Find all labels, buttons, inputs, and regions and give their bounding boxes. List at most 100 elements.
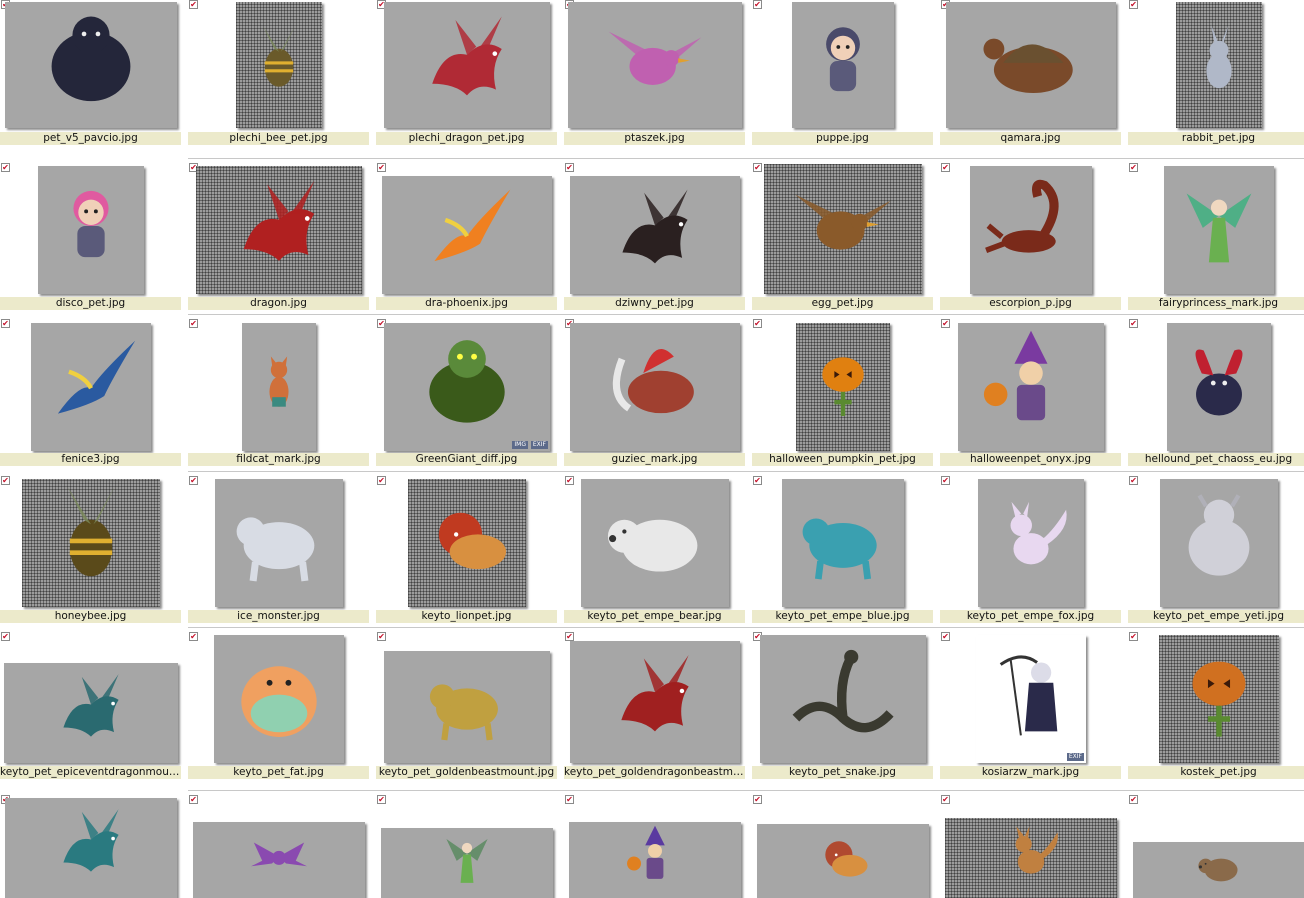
file-thumbnail-item[interactable]: ✔ [188, 795, 376, 898]
thumbnail-image[interactable] [384, 651, 550, 763]
file-thumbnail-item[interactable]: ✔ keyto_pet_snake.jpg [752, 632, 940, 779]
thumbnail-image[interactable] [945, 818, 1117, 898]
file-thumbnail-item[interactable]: ✔ keyto_pet_empe_blue.jpg [752, 476, 940, 623]
file-thumbnail-item[interactable]: ✔ keyto_pet_epiceventdragonmount.jpg [0, 632, 188, 779]
thumbnail-image[interactable] [796, 323, 890, 451]
file-thumbnail-item[interactable]: ✔ EXIF IMG GreenGiant_diff.jpg [376, 319, 564, 466]
file-thumbnail-item[interactable]: ✔ puppe.jpg [752, 0, 940, 145]
thumbnail-image[interactable] [570, 323, 740, 451]
select-checkbox[interactable]: ✔ [941, 795, 950, 804]
select-checkbox[interactable]: ✔ [377, 632, 386, 641]
select-checkbox[interactable]: ✔ [1, 632, 10, 641]
select-checkbox[interactable]: ✔ [1129, 632, 1138, 641]
thumbnail-image[interactable] [408, 479, 526, 607]
file-thumbnail-item[interactable]: ✔ fildcat_mark.jpg [188, 319, 376, 466]
file-thumbnail-item[interactable]: ✔pet_v5_pavcio.jpg [0, 0, 188, 145]
file-thumbnail-item[interactable]: ✔ dziwny_pet.jpg [564, 163, 752, 310]
thumbnail-image[interactable] [581, 479, 729, 607]
file-thumbnail-item[interactable]: ✔ egg_pet.jpg [752, 163, 940, 310]
thumbnail-image[interactable] [1167, 323, 1271, 451]
thumbnail-image[interactable]: EXIF [976, 635, 1086, 763]
select-checkbox[interactable]: ✔ [753, 795, 762, 804]
select-checkbox[interactable]: ✔ [753, 163, 762, 172]
file-thumbnail-item[interactable]: ✔ EXIF kosiarzw_mark.jpg [940, 632, 1128, 779]
file-thumbnail-item[interactable]: ✔ keyto_pet_empe_yeti.jpg [1128, 476, 1304, 623]
select-checkbox[interactable]: ✔ [1, 319, 10, 328]
thumbnail-image[interactable] [4, 663, 178, 763]
file-thumbnail-item[interactable]: ✔ fairyprincess_mark.jpg [1128, 163, 1304, 310]
file-thumbnail-item[interactable]: ✔ rabbit_pet.jpg [1128, 0, 1304, 145]
thumbnail-image[interactable] [236, 2, 322, 128]
thumbnail-image[interactable] [568, 2, 742, 128]
select-checkbox[interactable]: ✔ [1, 163, 10, 172]
thumbnail-image[interactable] [1164, 166, 1274, 294]
select-checkbox[interactable]: ✔ [941, 632, 950, 641]
select-checkbox[interactable]: ✔ [1129, 795, 1138, 804]
thumbnail-image[interactable] [792, 2, 894, 128]
thumbnail-image[interactable] [570, 176, 740, 294]
file-thumbnail-item[interactable]: ✔ halloweenpet_onyx.jpg [940, 319, 1128, 466]
file-thumbnail-item[interactable]: ✔ keyto_pet_empe_fox.jpg [940, 476, 1128, 623]
file-thumbnail-item[interactable]: ✔ [376, 795, 564, 898]
select-checkbox[interactable]: ✔ [565, 795, 574, 804]
thumbnail-image[interactable] [193, 822, 365, 898]
file-thumbnail-item[interactable]: ✔ dra-phoenix.jpg [376, 163, 564, 310]
thumbnail-image[interactable] [384, 2, 550, 128]
select-checkbox[interactable]: ✔ [753, 319, 762, 328]
thumbnail-image[interactable] [570, 641, 740, 763]
select-checkbox[interactable]: ✔ [941, 476, 950, 485]
select-checkbox[interactable]: ✔ [1129, 476, 1138, 485]
thumbnail-image[interactable] [970, 166, 1092, 294]
thumbnail-image[interactable] [958, 323, 1104, 451]
file-thumbnail-item[interactable]: ✔ keyto_pet_empe_bear.jpg [564, 476, 752, 623]
select-checkbox[interactable]: ✔ [377, 163, 386, 172]
file-thumbnail-item[interactable]: ✔ fenice3.jpg [0, 319, 188, 466]
file-thumbnail-item[interactable]: ✔ plechi_bee_pet.jpg [188, 0, 376, 145]
thumbnail-image[interactable] [782, 479, 904, 607]
file-thumbnail-item[interactable]: ✔ keyto_pet_fat.jpg [188, 632, 376, 779]
thumbnail-image[interactable] [1133, 842, 1304, 898]
select-checkbox[interactable]: ✔ [189, 0, 198, 9]
file-thumbnail-item[interactable]: ✔ [0, 795, 188, 898]
thumbnail-image[interactable] [1160, 479, 1278, 607]
thumbnail-image[interactable] [946, 2, 1116, 128]
file-thumbnail-item[interactable]: ✔ [1128, 795, 1304, 898]
thumbnail-image[interactable] [38, 166, 144, 294]
select-checkbox[interactable]: ✔ [753, 476, 762, 485]
select-checkbox[interactable]: ✔ [941, 319, 950, 328]
select-checkbox[interactable]: ✔ [1129, 319, 1138, 328]
file-thumbnail-item[interactable]: ✔ dragon.jpg [188, 163, 376, 310]
select-checkbox[interactable]: ✔ [565, 163, 574, 172]
thumbnail-image[interactable] [764, 164, 922, 294]
thumbnail-image[interactable] [569, 822, 741, 898]
select-checkbox[interactable]: ✔ [753, 0, 762, 9]
thumbnail-image[interactable] [760, 635, 926, 763]
file-thumbnail-item[interactable]: ✔ keyto_pet_goldendragonbeastmount.jpg [564, 632, 752, 779]
file-thumbnail-item[interactable]: ✔ptaszek.jpg [564, 0, 752, 145]
thumbnail-image[interactable]: EXIF IMG [384, 323, 550, 451]
thumbnail-image[interactable] [757, 824, 929, 898]
file-thumbnail-item[interactable]: ✔ keyto_pet_goldenbeastmount.jpg [376, 632, 564, 779]
select-checkbox[interactable]: ✔ [189, 795, 198, 804]
select-checkbox[interactable]: ✔ [377, 476, 386, 485]
thumbnail-image[interactable] [5, 2, 177, 128]
file-thumbnail-item[interactable]: ✔ [940, 795, 1128, 898]
thumbnail-image[interactable] [215, 479, 343, 607]
select-checkbox[interactable]: ✔ [189, 632, 198, 641]
file-thumbnail-item[interactable]: ✔qamara.jpg [940, 0, 1128, 145]
file-thumbnail-item[interactable]: ✔ plechi_dragon_pet.jpg [376, 0, 564, 145]
file-thumbnail-item[interactable]: ✔ ice_monster.jpg [188, 476, 376, 623]
select-checkbox[interactable]: ✔ [565, 476, 574, 485]
file-thumbnail-item[interactable]: ✔ [752, 795, 940, 898]
select-checkbox[interactable]: ✔ [189, 476, 198, 485]
select-checkbox[interactable]: ✔ [565, 632, 574, 641]
select-checkbox[interactable]: ✔ [377, 795, 386, 804]
select-checkbox[interactable]: ✔ [941, 163, 950, 172]
thumbnail-image[interactable] [1176, 2, 1262, 128]
thumbnail-image[interactable] [381, 828, 553, 898]
thumbnail-image[interactable] [5, 798, 177, 898]
thumbnail-image[interactable] [31, 323, 151, 451]
thumbnail-image[interactable] [214, 635, 344, 763]
file-thumbnail-item[interactable]: ✔ keyto_lionpet.jpg [376, 476, 564, 623]
select-checkbox[interactable]: ✔ [1129, 163, 1138, 172]
